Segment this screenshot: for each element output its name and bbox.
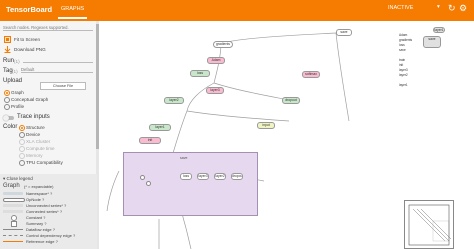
radio-tpu-compatibility[interactable]	[19, 160, 25, 166]
radio-conceptual-graph[interactable]	[4, 97, 10, 103]
download-png-button[interactable]: Download PNG	[14, 47, 46, 52]
legend-item-reference-edge: Reference edge ?	[26, 239, 58, 244]
app-title: TensorBoard	[6, 5, 53, 14]
download-icon[interactable]	[4, 46, 11, 53]
radio-compute-time-label: Compute time	[26, 146, 55, 151]
radio-compute-time[interactable]	[19, 146, 25, 152]
aux-item[interactable]: gradients	[399, 38, 412, 42]
legend-title: Graph	[3, 183, 20, 189]
summary-icon	[11, 221, 17, 227]
minimap-preview	[408, 204, 452, 246]
control-dependency-edge-swatch	[3, 235, 23, 236]
minimap[interactable]	[404, 200, 454, 249]
graph-node[interactable]: dropout	[231, 173, 243, 180]
radio-xla-cluster[interactable]	[19, 139, 25, 145]
radio-conceptual-graph-label: Conceptual Graph	[11, 97, 49, 102]
chevron-down-icon[interactable]: ▾	[437, 4, 440, 10]
reference-edge-swatch	[3, 241, 23, 242]
run-status-select[interactable]: INACTIVE	[388, 5, 413, 11]
graph-node[interactable]: loss	[180, 173, 192, 180]
graph-node[interactable]: layer1	[433, 27, 445, 33]
color-label: Color	[3, 124, 18, 130]
legend-item-unconnected-series: Unconnected series* ?	[26, 203, 67, 208]
aux-item[interactable]: Adam	[399, 33, 407, 37]
graph-node[interactable]: loss	[190, 70, 210, 77]
run-count: (1)	[14, 59, 20, 64]
tab-graphs[interactable]: GRAPHS	[58, 4, 88, 19]
close-legend-label: Close legend	[6, 176, 33, 181]
radio-device[interactable]	[19, 132, 25, 138]
trace-inputs-label: Trace inputs	[17, 114, 50, 120]
unconnected-series-swatch	[3, 204, 23, 207]
graph-node[interactable]: init	[139, 137, 161, 144]
trace-inputs-toggle[interactable]	[3, 115, 14, 121]
run-select[interactable]	[23, 57, 93, 63]
radio-graph[interactable]	[4, 90, 10, 96]
aux-item[interactable]: layer1	[399, 83, 408, 87]
dataflow-edge-swatch	[3, 229, 23, 230]
opnode-swatch	[3, 198, 25, 202]
aux-item[interactable]: train	[399, 58, 405, 62]
graph-node[interactable]: dropout	[282, 97, 300, 104]
radio-tpu-compatibility-label: TPU Compatibility	[26, 160, 63, 165]
graph-node[interactable]: input	[257, 122, 275, 129]
run-label: Run	[3, 58, 15, 64]
upload-label: Upload	[3, 78, 23, 84]
settings-icon[interactable]: ⚙	[459, 3, 467, 14]
choose-file-button[interactable]: Choose File	[40, 82, 86, 90]
graph-node[interactable]: layer2	[214, 173, 226, 180]
legend-item-dataflow-edge: Dataflow edge ?	[26, 227, 55, 232]
radio-memory[interactable]	[19, 153, 25, 159]
refresh-icon[interactable]: ↻	[448, 3, 456, 14]
connected-series-swatch	[3, 210, 23, 213]
expanded-namespace-group[interactable]: save loss layer3 layer2 dropout	[123, 152, 258, 216]
graph-node[interactable]: layer1	[149, 124, 171, 131]
legend-item-connected-series: Connected series* ?	[26, 209, 63, 214]
auxiliary-node-panel: Adam gradients loss save train init laye…	[399, 33, 441, 93]
search-input[interactable]: Search nodes. Regexes supported.	[3, 25, 93, 31]
aux-item[interactable]: layer3	[399, 68, 408, 72]
aux-item[interactable]: loss	[399, 43, 405, 47]
radio-memory-label: Memory	[26, 153, 43, 158]
radio-graph-label: Graph	[11, 90, 24, 95]
legend-item-control-dependency-edge: Control dependency edge ?	[26, 233, 76, 238]
graph-node[interactable]: layer3	[206, 87, 224, 94]
toggle-knob	[3, 115, 9, 121]
graph-node[interactable]: save	[423, 36, 441, 48]
legend-item-constant: Constant ?	[26, 215, 46, 220]
radio-profile-label: Profile	[11, 104, 25, 109]
graph-node[interactable]: gradients	[213, 41, 233, 48]
constant-node[interactable]	[140, 175, 145, 180]
aux-item[interactable]: save	[399, 48, 406, 52]
namespace-swatch	[3, 192, 23, 195]
graph-node[interactable]: Adam	[207, 57, 225, 64]
fit-icon[interactable]	[4, 36, 11, 43]
graph-node[interactable]: save	[336, 29, 352, 36]
graph-node[interactable]: layer3	[197, 173, 209, 180]
aux-item[interactable]: layer2	[399, 73, 408, 77]
namespace-title: save	[180, 156, 188, 160]
fit-to-screen-button[interactable]: Fit to Screen	[14, 37, 40, 42]
radio-structure-label: Structure	[26, 125, 45, 130]
tag-select[interactable]: Default	[21, 67, 93, 73]
radio-xla-cluster-label: XLA Cluster	[26, 139, 51, 144]
legend-item-summary: Summary ?	[26, 221, 47, 226]
constant-node[interactable]	[146, 181, 151, 186]
legend-subtitle: (* = expandable)	[24, 184, 54, 189]
tag-count: (1)	[12, 69, 18, 74]
graph-node[interactable]: layer2	[164, 97, 184, 104]
legend-item-opnode: OpNode ?	[26, 197, 45, 202]
legend-item-namespace: Namespace* ?	[26, 191, 53, 196]
close-legend-button[interactable]: ▾ Close legend	[3, 176, 33, 182]
legend-panel: ▾ Close legend Graph (* = expandable) Na…	[0, 174, 97, 249]
radio-structure[interactable]	[19, 125, 25, 131]
graph-node[interactable]: softmax	[302, 71, 320, 78]
radio-profile[interactable]	[4, 104, 10, 110]
radio-device-label: Device	[26, 132, 41, 137]
aux-item[interactable]: init	[399, 63, 403, 67]
